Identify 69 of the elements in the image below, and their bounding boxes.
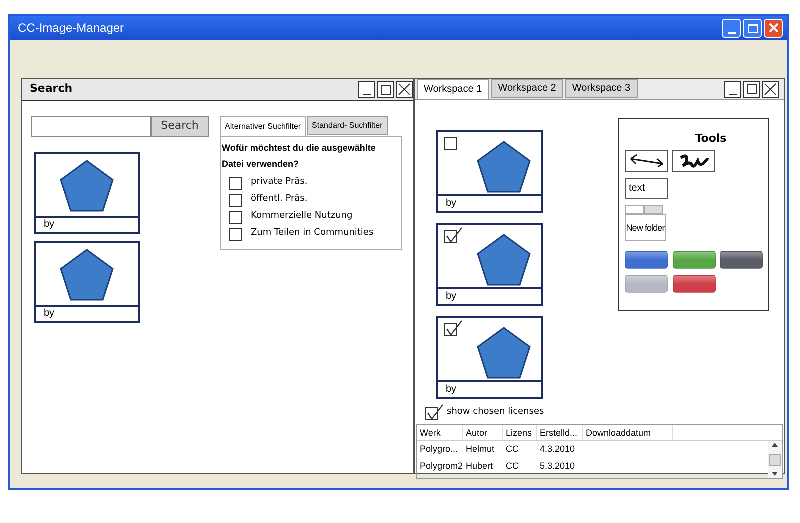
image-card[interactable]: by: [34, 241, 140, 323]
color-swatch[interactable]: [672, 250, 716, 268]
color-swatch[interactable]: [672, 274, 716, 292]
image-caption: by: [445, 197, 458, 211]
image-caption: by: [43, 218, 56, 232]
image-caption: by: [445, 383, 458, 397]
column-header[interactable]: Downloaddatum: [583, 425, 673, 440]
minimize-button[interactable]: [724, 80, 741, 98]
panel-title: Search: [30, 81, 73, 98]
image-card[interactable]: by: [436, 130, 543, 213]
folder-label: New folder: [625, 214, 666, 240]
option-label: private Präs.: [251, 176, 308, 189]
tools-title: Tools: [695, 131, 727, 147]
checkbox[interactable]: [444, 227, 464, 244]
image-caption: by: [43, 307, 56, 321]
close-button[interactable]: [396, 81, 413, 98]
pentagon-icon: [59, 158, 115, 212]
filter-tab[interactable]: Alternativer Suchfilter: [220, 116, 306, 136]
option-label: Kommerzielle Nutzung: [251, 210, 353, 223]
table-cell-text: 4.3.2010: [539, 442, 576, 456]
search-field[interactable]: [31, 116, 151, 137]
column-header[interactable]: Autor: [463, 425, 503, 440]
freehand-tool[interactable]: [672, 150, 715, 172]
pentagon-icon: [59, 248, 115, 302]
table-cell-text: Polygrom2: [419, 460, 463, 473]
workspace-tab[interactable]: Workspace 3: [565, 79, 638, 98]
new-folder-tool[interactable]: New folder: [625, 204, 666, 242]
window-title: CC-Image-Manager: [18, 20, 124, 37]
table-cell-text: 5.3.2010: [539, 460, 576, 473]
color-swatch[interactable]: [625, 250, 668, 268]
table-cell-text: CC: [505, 460, 520, 473]
maximize-button[interactable]: [377, 81, 394, 98]
search-button[interactable]: Search: [151, 116, 209, 137]
scrollbar[interactable]: [768, 441, 782, 478]
column-header[interactable]: Erstelld...: [537, 425, 583, 440]
checkbox[interactable]: [444, 320, 464, 337]
pentagon-icon: [476, 140, 532, 194]
filter-tab[interactable]: Standard- Suchfilter: [307, 116, 388, 135]
double-arrow-icon: [628, 154, 664, 168]
image-caption: by: [445, 290, 458, 304]
pentagon-icon: [476, 326, 532, 380]
close-button[interactable]: [762, 80, 779, 98]
scroll-down-icon[interactable]: [772, 472, 778, 476]
column-header[interactable]: Werk: [417, 425, 463, 440]
image-card[interactable]: by: [436, 223, 543, 306]
image-card[interactable]: by: [34, 152, 140, 234]
option-label: Zum Teilen in Communities: [251, 226, 374, 240]
color-swatch[interactable]: [625, 274, 668, 292]
maximize-button[interactable]: [743, 80, 760, 98]
filter-question: Wofür möchtest du die ausgewählte Datei verwenden?: [222, 142, 377, 171]
table-cell-text: Helmut: [465, 442, 496, 456]
workspace-tab[interactable]: Workspace 1: [417, 79, 490, 99]
checkbox[interactable]: [425, 404, 445, 421]
table-cell-text: Hubert: [465, 460, 494, 473]
text-tool[interactable]: text: [625, 178, 668, 198]
checkbox-label: show chosen licenses: [447, 406, 544, 419]
arrow-tool[interactable]: [625, 150, 668, 172]
table-cell-text: Polygro...: [419, 442, 460, 456]
pentagon-icon: [476, 233, 532, 287]
column-header[interactable]: Lizens: [503, 425, 537, 440]
image-card[interactable]: by: [436, 316, 543, 399]
squiggle-icon: [678, 152, 710, 168]
workspace-tab[interactable]: Workspace 2: [491, 79, 564, 98]
color-swatch[interactable]: [720, 250, 764, 268]
table-cell-text: CC: [505, 442, 520, 456]
option-label: öffentl. Präs.: [251, 192, 308, 206]
scroll-up-icon[interactable]: [772, 443, 778, 447]
close-icon: [768, 23, 778, 33]
minimize-button[interactable]: [358, 81, 375, 98]
